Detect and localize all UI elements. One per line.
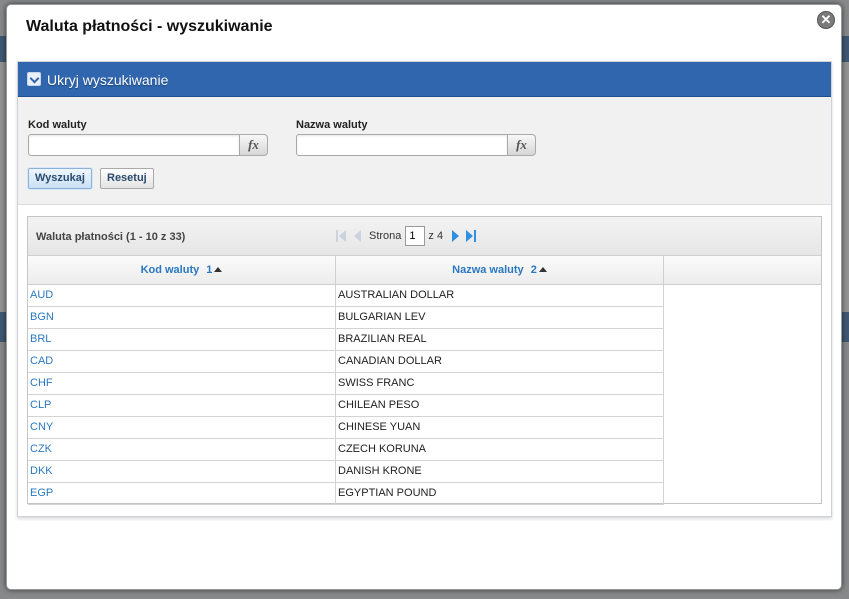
search-form: Kod waluty fx Nazwa waluty fx Wyszukaj R… — [18, 97, 831, 205]
grid-rows: AUD AUSTRALIAN DOLLAR BGN BULGARIAN LEV BR… — [28, 285, 664, 505]
table-row[interactable]: CNY CHINESE YUAN — [28, 417, 664, 439]
pager: Strona z 4 — [335, 226, 481, 246]
currency-name-cell: BRAZILIAN REAL — [336, 329, 664, 350]
sort-asc-icon — [214, 267, 223, 272]
page-number-input[interactable] — [405, 226, 426, 246]
currency-code-link[interactable]: CHF — [28, 373, 336, 394]
column-header-label: Kod waluty — [140, 264, 200, 276]
search-toggle-header[interactable]: Ukryj wyszukiwanie — [18, 62, 831, 97]
sort-index: 2 — [530, 264, 537, 276]
dialog-title: Waluta płatności - wyszukiwanie — [26, 18, 273, 35]
code-field-label: Kod waluty — [28, 119, 87, 131]
currency-name-cell: BULGARIAN LEV — [336, 307, 664, 328]
currency-name-cell: CHILEAN PESO — [336, 395, 664, 416]
results-grid: Waluta płatności (1 - 10 z 33) Strona z … — [27, 216, 822, 505]
name-fx-button[interactable]: fx — [508, 134, 536, 156]
previous-page-icon[interactable] — [351, 229, 363, 243]
currency-search-dialog: Waluta płatności - wyszukiwanie ✕ Ukryj … — [6, 4, 842, 590]
currency-name-cell: SWISS FRANC — [336, 373, 664, 394]
table-row[interactable]: CAD CANADIAN DOLLAR — [28, 351, 664, 373]
page-label: Strona — [369, 230, 402, 242]
reset-button[interactable]: Resetuj — [100, 168, 154, 189]
column-header-empty — [664, 256, 821, 285]
currency-code-link[interactable]: CLP — [28, 395, 336, 416]
name-field-label: Nazwa waluty — [296, 119, 368, 131]
next-page-icon[interactable] — [449, 229, 461, 243]
currency-name-cell: CHINESE YUAN — [336, 417, 664, 438]
table-row[interactable]: BRL BRAZILIAN REAL — [28, 329, 664, 351]
grid-caption: Waluta płatności (1 - 10 z 33) — [36, 231, 186, 243]
currency-code-link[interactable]: CAD — [28, 351, 336, 372]
table-row[interactable]: EGP EGYPTIAN POUND — [28, 483, 664, 505]
currency-code-link[interactable]: BRL — [28, 329, 336, 350]
search-button[interactable]: Wyszukaj — [28, 168, 92, 189]
table-row[interactable]: CZK CZECH KORUNA — [28, 439, 664, 461]
table-row[interactable]: CHF SWISS FRANC — [28, 373, 664, 395]
first-page-icon[interactable] — [335, 229, 347, 243]
table-row[interactable]: BGN BULGARIAN LEV — [28, 307, 664, 329]
column-header-name[interactable]: Nazwa waluty 2 — [336, 256, 664, 285]
currency-name-cell: CANADIAN DOLLAR — [336, 351, 664, 372]
currency-name-cell: EGYPTIAN POUND — [336, 483, 664, 504]
column-header-code[interactable]: Kod waluty 1 — [28, 256, 336, 285]
currency-code-input[interactable] — [28, 134, 240, 156]
table-row[interactable]: DKK DANISH KRONE — [28, 461, 664, 483]
chevron-down-icon[interactable] — [27, 72, 41, 86]
currency-code-link[interactable]: CNY — [28, 417, 336, 438]
column-header-label: Nazwa waluty — [452, 264, 524, 276]
currency-name-input[interactable] — [296, 134, 508, 156]
sort-index: 1 — [206, 264, 213, 276]
currency-name-cell: CZECH KORUNA — [336, 439, 664, 460]
currency-code-link[interactable]: BGN — [28, 307, 336, 328]
sort-asc-icon — [538, 267, 547, 272]
currency-code-link[interactable]: CZK — [28, 439, 336, 460]
search-panel: Ukryj wyszukiwanie Kod waluty fx Nazwa w… — [17, 61, 832, 517]
currency-name-cell: DANISH KRONE — [336, 461, 664, 482]
table-row[interactable]: CLP CHILEAN PESO — [28, 395, 664, 417]
page-count-label: z 4 — [428, 230, 444, 242]
grid-toolbar: Waluta płatności (1 - 10 z 33) Strona z … — [28, 217, 821, 256]
table-row[interactable]: AUD AUSTRALIAN DOLLAR — [28, 285, 664, 307]
close-icon[interactable]: ✕ — [817, 11, 835, 29]
currency-code-link[interactable]: DKK — [28, 461, 336, 482]
code-fx-button[interactable]: fx — [240, 134, 268, 156]
currency-code-link[interactable]: AUD — [28, 285, 336, 306]
currency-name-cell: AUSTRALIAN DOLLAR — [336, 285, 664, 306]
last-page-icon[interactable] — [465, 229, 477, 243]
search-toggle-label[interactable]: Ukryj wyszukiwanie — [47, 72, 168, 88]
currency-code-link[interactable]: EGP — [28, 483, 336, 504]
